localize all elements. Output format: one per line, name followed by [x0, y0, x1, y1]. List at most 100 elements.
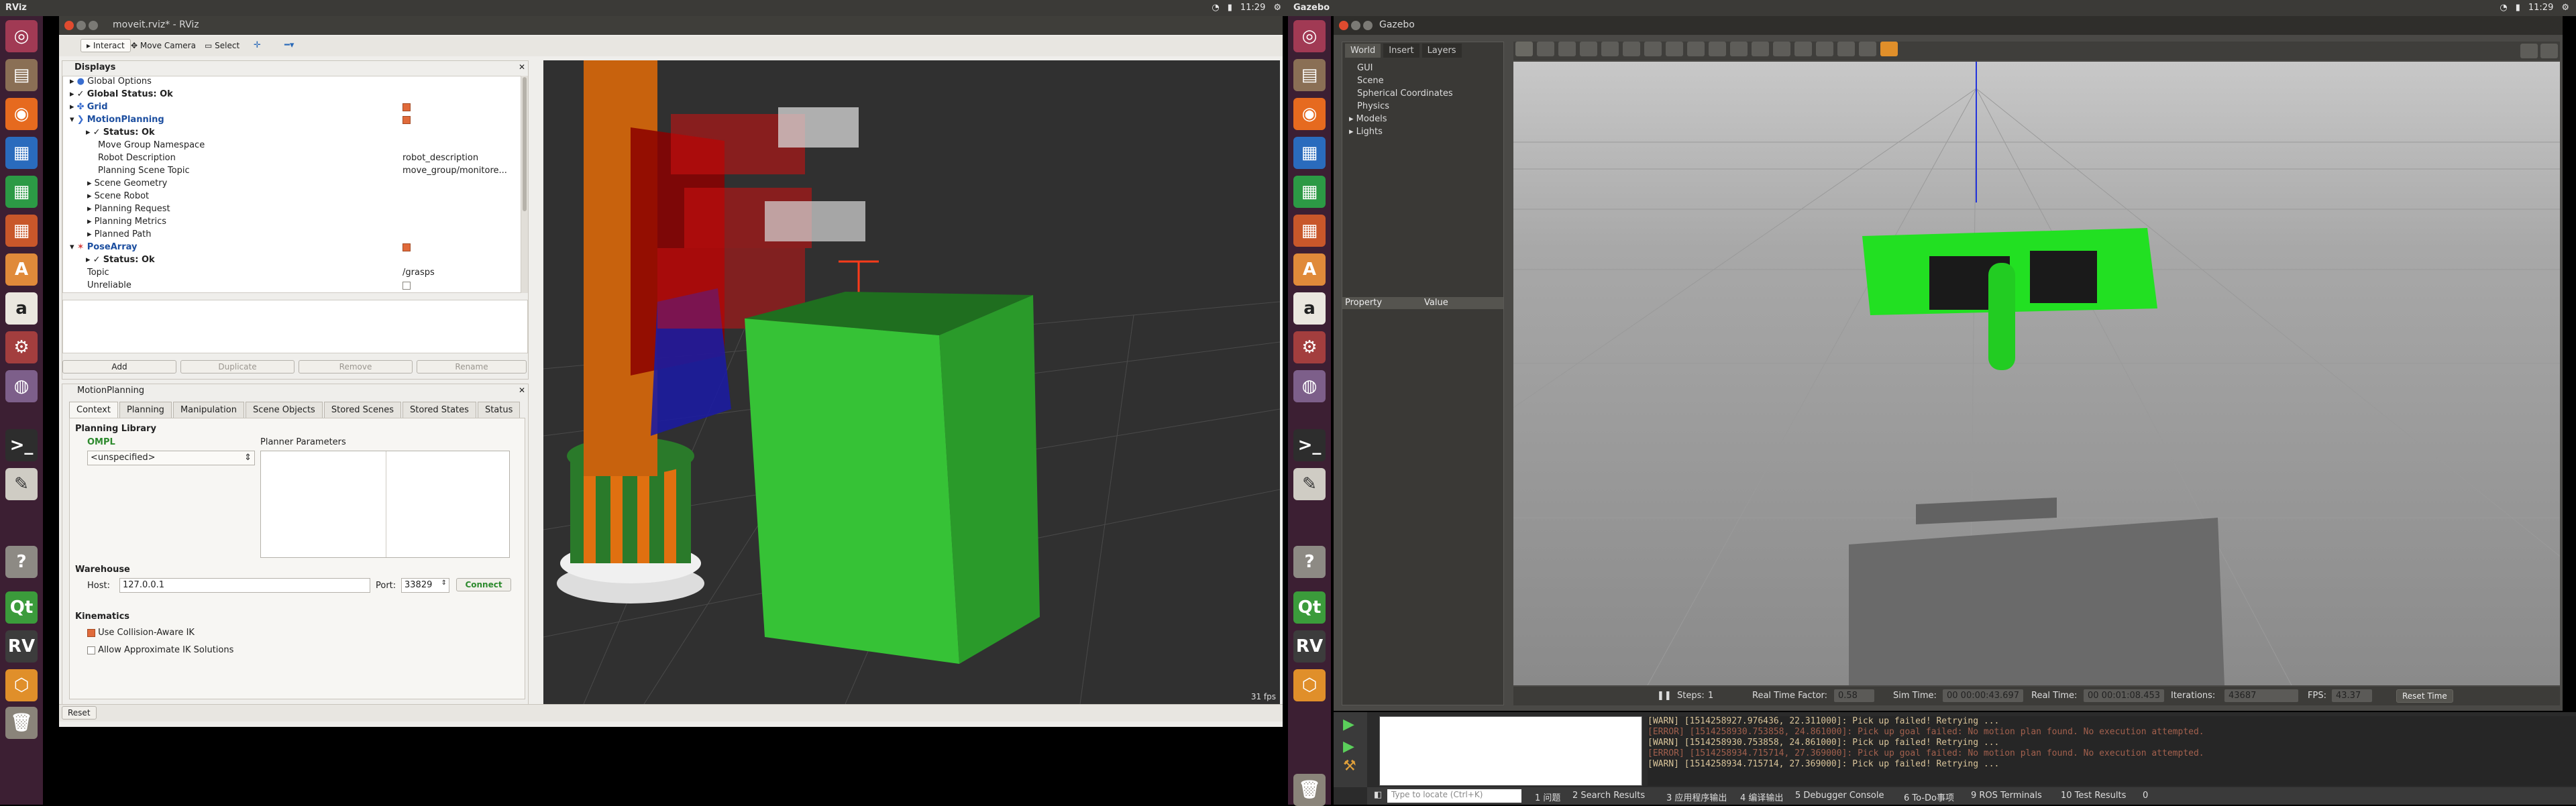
gear-icon[interactable]: ⚙ — [1273, 3, 1281, 13]
tree-row-planning-request[interactable]: ▸ Planning Request — [63, 204, 521, 217]
tab-manipulation[interactable]: Manipulation — [172, 402, 244, 418]
firefox-icon[interactable]: ◉ — [5, 98, 38, 130]
interact-button[interactable]: ▸ Interact — [80, 39, 131, 52]
world-item-spherical[interactable]: Spherical Coordinates — [1349, 87, 1497, 100]
cylinder-icon[interactable] — [1687, 42, 1705, 56]
posearray-checkbox[interactable] — [402, 243, 411, 251]
battery-icon[interactable]: ▮ — [1228, 3, 1232, 13]
sphere-icon[interactable] — [1666, 42, 1683, 56]
help-icon[interactable]: ? — [1293, 546, 1326, 578]
close-icon[interactable]: ✕ — [519, 62, 525, 72]
paste-icon[interactable] — [1794, 42, 1812, 56]
collision-ik-option[interactable]: Use Collision-Aware IK — [87, 628, 195, 638]
settings-icon[interactable]: ⚙ — [5, 331, 38, 363]
minimize-button[interactable] — [76, 21, 86, 30]
right-system-tray[interactable]: ◔ ▮ 11:29 ⚙ — [2491, 3, 2569, 13]
help-icon[interactable]: ? — [5, 546, 38, 578]
planner-select[interactable]: <unspecified> ⇕ — [87, 451, 255, 465]
amazon-icon[interactable]: a — [1293, 292, 1326, 325]
planner-params-table[interactable] — [260, 451, 510, 558]
tree-value[interactable]: /grasps — [402, 268, 435, 278]
minimize-button[interactable] — [1351, 21, 1360, 30]
motionplanning-checkbox[interactable] — [402, 115, 411, 124]
output-tab-compile[interactable]: 4 编译输出 — [1740, 791, 1783, 803]
output-tab-debugger[interactable]: 5 Debugger Console — [1795, 791, 1884, 801]
move-icon[interactable]: ✛ — [254, 40, 261, 50]
undo-icon[interactable] — [1601, 42, 1619, 56]
close-icon[interactable]: ✕ — [519, 386, 525, 395]
tree-row-motionplanning[interactable]: ▾ ❯ MotionPlanning — [63, 115, 521, 127]
terminal-icon[interactable]: >_ — [1293, 429, 1326, 461]
output-tab-ros-terminals[interactable]: 9 ROS Terminals — [1971, 791, 2042, 801]
host-input[interactable]: 127.0.0.1 — [119, 578, 370, 593]
spin-icon[interactable]: ⇕ — [441, 579, 447, 587]
terminal-icon[interactable]: >_ — [5, 429, 38, 461]
gazebo-viewport[interactable] — [1513, 62, 2560, 685]
tab-context[interactable]: Context — [69, 402, 118, 418]
amazon-icon[interactable]: a — [5, 292, 38, 325]
grid-checkbox[interactable] — [402, 103, 411, 111]
close-button[interactable] — [1339, 21, 1348, 30]
qtcreator-icon[interactable]: Qt — [5, 591, 38, 624]
align-icon[interactable] — [1816, 42, 1833, 56]
maximize-button[interactable] — [89, 21, 98, 30]
port-input[interactable]: 33829 ⇕ — [401, 578, 449, 593]
locator-input[interactable]: Type to locate (Ctrl+K) — [1387, 789, 1521, 803]
writer-icon[interactable]: ▦ — [5, 137, 38, 169]
rviz-icon[interactable]: RV — [1293, 630, 1326, 663]
editor-icon[interactable]: ✎ — [1293, 468, 1326, 500]
tree-row-global-status[interactable]: ▸ ✓ Global Status: Ok — [63, 89, 521, 102]
qtcreator-icon[interactable]: Qt — [1293, 591, 1326, 624]
tree-row-topic[interactable]: Topic/grasps — [63, 268, 521, 280]
tree-row-global-options[interactable]: ▸ ● Global Options — [63, 76, 521, 89]
world-item-scene[interactable]: Scene — [1349, 74, 1497, 87]
copy-icon[interactable] — [1773, 42, 1790, 56]
world-item-lights[interactable]: ▸ Lights — [1349, 125, 1497, 138]
duplicate-button[interactable]: Duplicate — [180, 360, 294, 373]
tree-row-scene-geometry[interactable]: ▸ Scene Geometry — [63, 178, 521, 191]
files-icon[interactable]: ▤ — [1293, 59, 1326, 91]
left-system-tray[interactable]: ◔ ▮ 11:29 ⚙ — [1203, 3, 1281, 13]
output-tab-app-output[interactable]: 3 应用程序输出 — [1666, 791, 1727, 803]
tree-row-mp-status[interactable]: ▸ ✓ Status: Ok — [63, 127, 521, 140]
build-icon[interactable]: ⚒ — [1334, 756, 1367, 776]
files-icon[interactable]: ▤ — [5, 59, 38, 91]
wifi-icon[interactable]: ◔ — [1212, 3, 1219, 13]
tree-row-posearray[interactable]: ▾ ✶ PoseArray — [63, 242, 521, 255]
output-tab-issues[interactable]: 1 问题 — [1535, 791, 1560, 803]
tree-row-planned-path[interactable]: ▸ Planned Path — [63, 229, 521, 242]
trash-icon[interactable]: 🗑 — [5, 707, 38, 739]
world-item-models[interactable]: ▸ Models — [1349, 113, 1497, 125]
tree-scrollbar[interactable] — [521, 76, 528, 293]
sidebar-toggle-icon[interactable]: ◧ — [1374, 790, 1382, 800]
wifi-icon[interactable]: ◔ — [2500, 3, 2507, 13]
reset-time-button[interactable]: Reset Time — [2396, 689, 2453, 703]
trash-icon[interactable]: 🗑 — [1293, 774, 1326, 806]
world-item-gui[interactable]: GUI — [1349, 62, 1497, 74]
close-button[interactable] — [64, 21, 74, 30]
remove-button[interactable]: Remove — [299, 360, 413, 373]
rviz-3d-viewport[interactable]: 31 fps — [543, 60, 1280, 704]
editor-icon[interactable]: ✎ — [5, 468, 38, 500]
dash-icon[interactable]: ◎ — [5, 20, 38, 52]
magnet-icon[interactable] — [1859, 42, 1876, 56]
rename-button[interactable]: Rename — [417, 360, 527, 373]
run-icon[interactable]: ▶ — [1334, 712, 1367, 737]
approx-ik-checkbox[interactable] — [87, 646, 95, 654]
scale-icon[interactable] — [1580, 42, 1597, 56]
tab-world[interactable]: World — [1345, 44, 1381, 58]
settings-icon[interactable]: ⚙ — [1293, 331, 1326, 363]
tree-row-robot-description[interactable]: Robot Description robot_description — [63, 153, 521, 166]
debug-run-icon[interactable]: ▶ — [1334, 737, 1367, 756]
tree-row-unreliable[interactable]: Unreliable — [63, 280, 521, 292]
tab-insert[interactable]: Insert — [1383, 44, 1419, 58]
redo-icon[interactable] — [1623, 42, 1640, 56]
gazebo-icon[interactable]: ⬡ — [1293, 669, 1326, 701]
output-tab-search[interactable]: 2 Search Results — [1572, 791, 1645, 801]
update-icon[interactable]: ◍ — [1293, 370, 1326, 402]
tab-scene-objects[interactable]: Scene Objects — [245, 402, 323, 418]
maximize-button[interactable] — [1363, 21, 1373, 30]
tree-value[interactable]: move_group/monitore... — [402, 166, 507, 176]
tree-row-planning-metrics[interactable]: ▸ Planning Metrics — [63, 217, 521, 229]
tree-value[interactable]: robot_description — [402, 153, 478, 163]
